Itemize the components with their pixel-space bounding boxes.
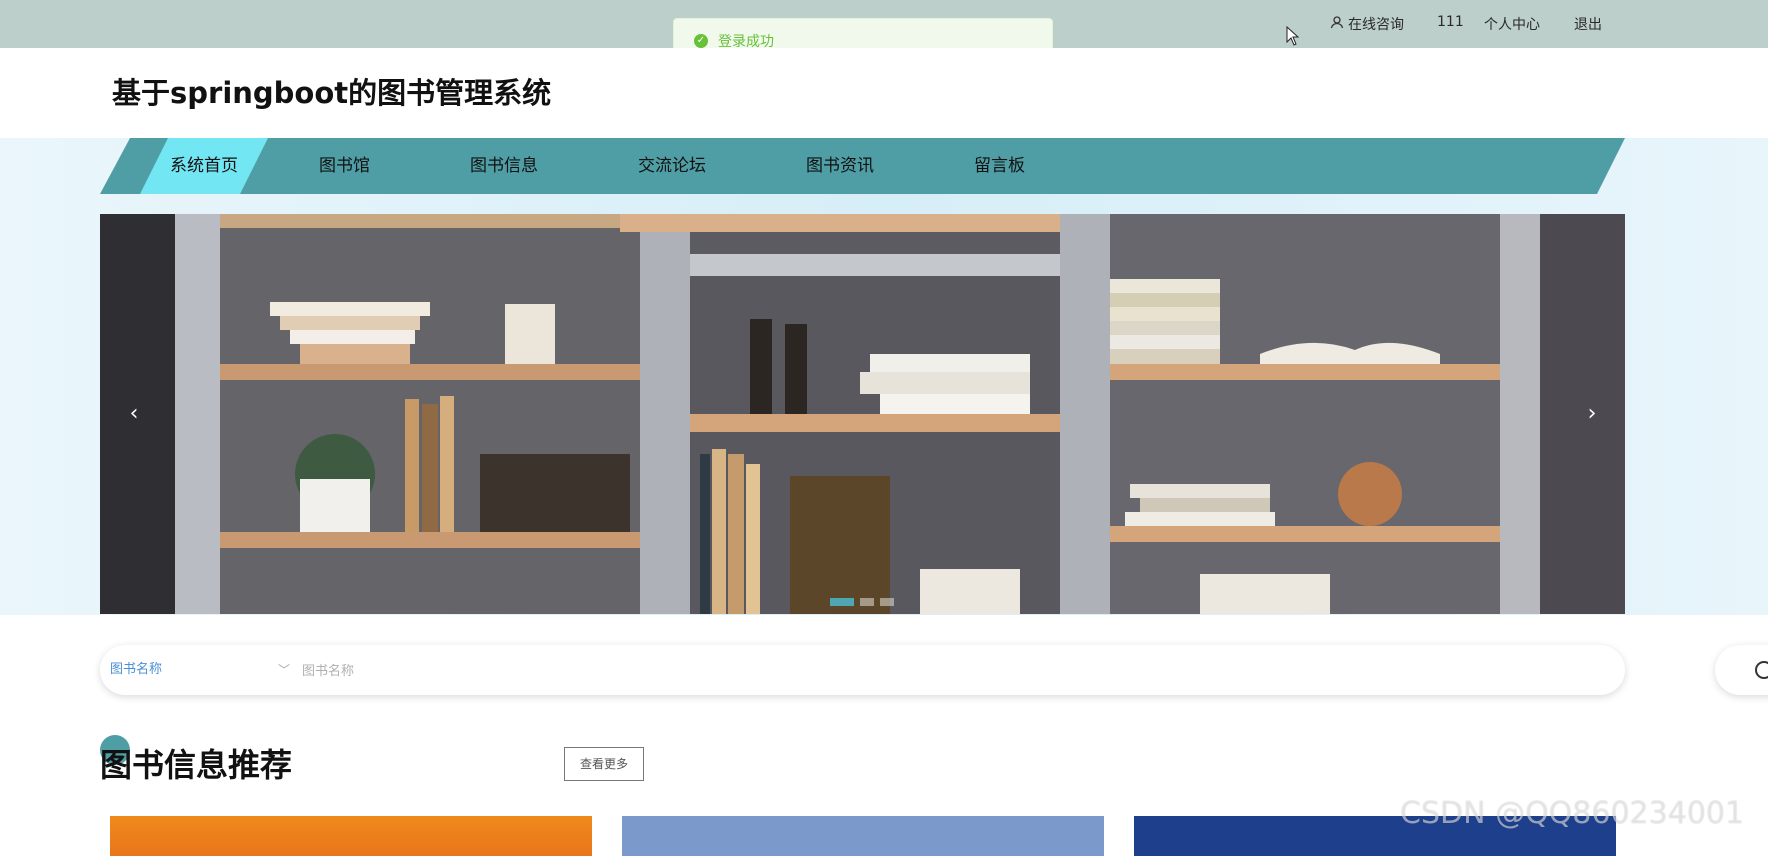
search-icon [1755, 661, 1768, 679]
section-title: 图书信息推荐 [100, 746, 293, 784]
carousel-dot-1[interactable] [830, 598, 854, 606]
nav-item-message-board[interactable]: 留言板 [974, 138, 1025, 194]
main-nav: 系统首页 图书馆 图书信息 交流论坛 图书资讯 留言板 [100, 138, 1625, 194]
watermark: CSDN @QQ860234001 [1400, 796, 1745, 831]
online-consult-label: 在线咨询 [1348, 17, 1404, 33]
success-check-icon: ✓ [694, 34, 708, 48]
book-card[interactable] [622, 816, 1104, 856]
site-header: 基于springboot的图书管理系统 [0, 48, 1768, 138]
nav-item-library[interactable]: 图书馆 [319, 138, 370, 194]
nav-item-forum[interactable]: 交流论坛 [638, 138, 706, 194]
carousel-dot-3[interactable] [880, 598, 894, 606]
username-link[interactable]: 111 [1437, 14, 1464, 30]
search-bar: 图书名称 ﹀ [100, 645, 1625, 695]
nav-item-book-news[interactable]: 图书资讯 [806, 138, 874, 194]
carousel-dot-2[interactable] [860, 598, 874, 606]
search-field-select[interactable]: 图书名称 ﹀ [110, 645, 290, 695]
search-button[interactable] [1715, 645, 1768, 695]
profile-center-link[interactable]: 个人中心 [1484, 14, 1540, 34]
search-input[interactable] [300, 655, 1584, 687]
bookshelf-image [100, 214, 1625, 614]
carousel-indicators [830, 598, 894, 606]
carousel-prev-button[interactable]: ‹ [116, 396, 152, 432]
carousel-next-button[interactable]: › [1574, 396, 1610, 432]
nav-item-home[interactable]: 系统首页 [170, 138, 238, 194]
user-headset-icon [1330, 15, 1344, 33]
nav-item-book-info[interactable]: 图书信息 [470, 138, 538, 194]
book-card[interactable] [110, 816, 592, 856]
banner-carousel[interactable]: ‹ › [100, 214, 1625, 614]
online-consult-link[interactable]: 在线咨询 [1330, 14, 1404, 34]
chevron-down-icon: ﹀ [278, 663, 291, 677]
mouse-cursor-icon [1286, 25, 1300, 50]
view-more-button[interactable]: 查看更多 [564, 747, 644, 781]
search-field-selected: 图书名称 [110, 662, 163, 677]
logout-link[interactable]: 退出 [1574, 14, 1602, 34]
site-title: 基于springboot的图书管理系统 [112, 76, 552, 110]
